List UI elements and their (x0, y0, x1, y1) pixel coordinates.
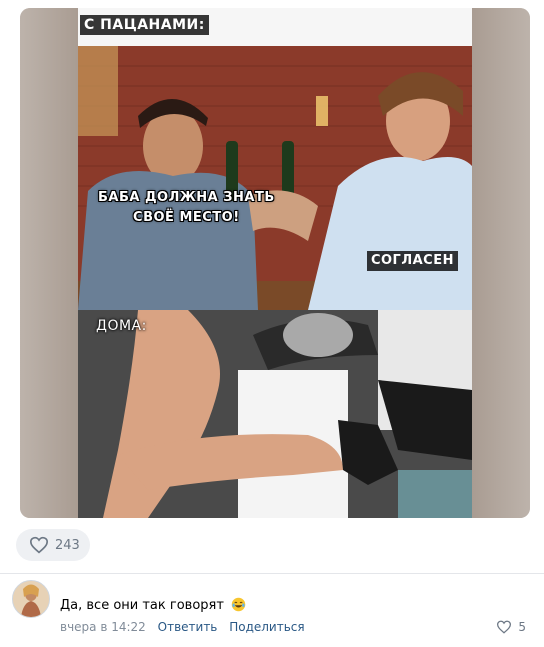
home-scene-illustration (78, 310, 472, 518)
meme-caption-speech: БАБА ДОЛЖНА ЗНАТЬ СВОЁ МЕСТО! (98, 190, 275, 225)
meme-caption-reply: СОГЛАСЕН (366, 251, 458, 271)
comment-text-content: Да, все они так говорят (60, 598, 224, 613)
meme-caption-bottom: ДОМА: (96, 318, 147, 334)
comment-like-button[interactable]: 5 (496, 620, 526, 634)
meme-panel-bar: БАБА ДОЛЖНА ЗНАТЬ СВОЁ МЕСТО! СОГЛАСЕН (78, 46, 472, 310)
post-photo[interactable]: БАБА ДОЛЖНА ЗНАТЬ СВОЁ МЕСТО! СОГЛАСЕН Д… (20, 8, 530, 518)
avatar-image (13, 581, 49, 617)
comment-meta: вчера в 14:22 Ответить Поделиться (60, 620, 305, 634)
meme-panel-home: ДОМА: (78, 310, 472, 518)
comment-time[interactable]: вчера в 14:22 (60, 620, 146, 634)
reply-link[interactable]: Ответить (158, 620, 218, 634)
heart-icon (29, 536, 49, 554)
meme-image: БАБА ДОЛЖНА ЗНАТЬ СВОЁ МЕСТО! СОГЛАСЕН Д… (78, 8, 472, 518)
heart-icon (497, 620, 512, 634)
reaction-count: 243 (55, 537, 80, 553)
meme-caption-top: С ПАЦАНАМИ: (80, 15, 209, 35)
share-link[interactable]: Поделиться (229, 620, 304, 634)
laughing-tears-emoji-icon (231, 597, 246, 612)
photo-blur-left (20, 8, 78, 518)
photo-blur-right (472, 8, 530, 518)
like-reaction-button[interactable]: 243 (16, 529, 90, 561)
comment-text: Да, все они так говорят (60, 597, 246, 613)
comment-like-count: 5 (518, 620, 526, 634)
avatar[interactable] (12, 580, 50, 618)
comment-item: Да, все они так говорят вчера в 14:22 От… (0, 574, 544, 647)
